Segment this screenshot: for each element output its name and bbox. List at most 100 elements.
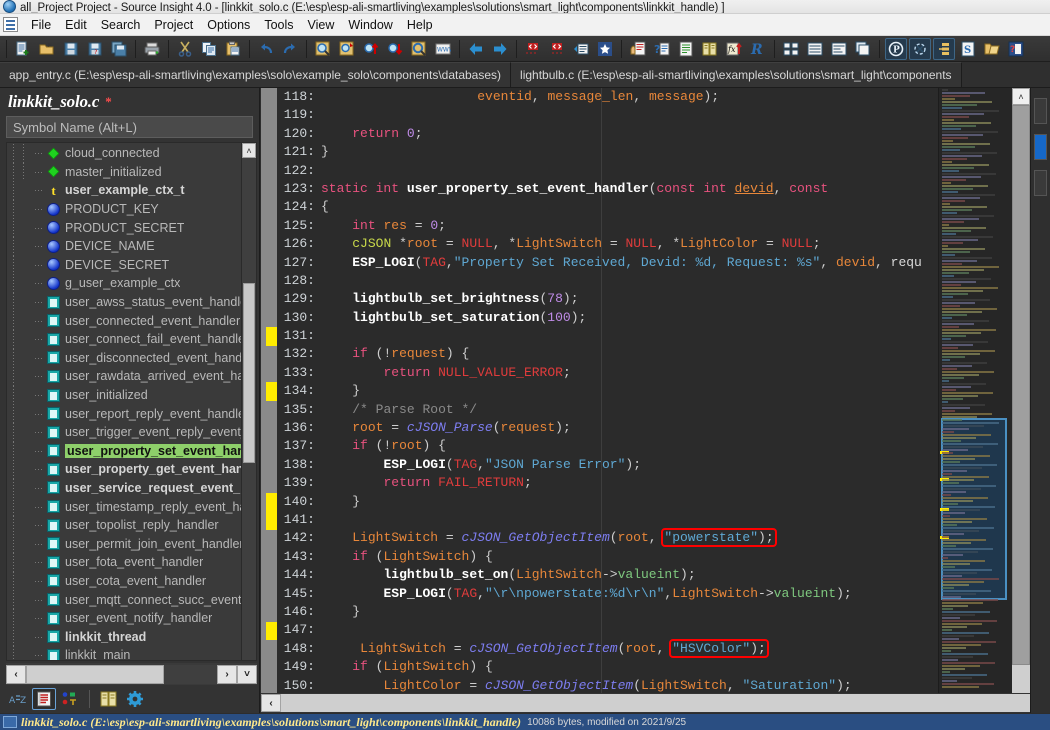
tab-app-entry-c[interactable]: app_entry.c (E:\esp\esp-ali-smartliving\… xyxy=(0,62,512,87)
code-minimap[interactable] xyxy=(938,88,1012,701)
search-icon[interactable] xyxy=(312,38,334,60)
bookmark-marker[interactable] xyxy=(266,492,277,512)
menu-item-help[interactable]: Help xyxy=(400,15,440,35)
code-line[interactable]: 135: /* Parse Root */ xyxy=(277,401,1050,419)
dock-panel-item[interactable] xyxy=(1034,98,1047,124)
new-file-icon[interactable] xyxy=(12,38,34,60)
undo-icon[interactable] xyxy=(255,38,277,60)
code-line[interactable]: 149: if (LightSwitch) { xyxy=(277,658,1050,676)
paste-icon[interactable] xyxy=(222,38,244,60)
show-types-icon[interactable] xyxy=(58,688,82,710)
code-line[interactable]: 140: } xyxy=(277,493,1050,511)
jump-to-definition-icon[interactable] xyxy=(570,38,592,60)
code-editor[interactable]: 118: eventid, message_len, message); 119:… xyxy=(261,88,1050,713)
code-line[interactable]: 119: xyxy=(277,106,1050,124)
code-line[interactable]: 143: if (LightSwitch) { xyxy=(277,548,1050,566)
symbol-list-item[interactable]: t user_example_ctx_t xyxy=(7,181,241,200)
editor-scroll-up-button[interactable]: ˄ xyxy=(1012,88,1030,105)
symbol-list-item[interactable]: user_trigger_event_reply_event_handler xyxy=(7,422,241,442)
symbol-list-item[interactable]: user_service_request_event_handler xyxy=(7,478,241,498)
code-line[interactable]: 129: lightbulb_set_brightness(78); xyxy=(277,290,1050,308)
code-line[interactable]: 141: xyxy=(277,511,1050,529)
menu-item-view[interactable]: View xyxy=(301,15,342,35)
settings-gear-icon[interactable] xyxy=(123,688,147,710)
code-text-area[interactable]: 118: eventid, message_len, message); 119:… xyxy=(277,88,1050,713)
code-line[interactable]: 120: return 0; xyxy=(277,125,1050,143)
code-line[interactable]: 139: return FAIL_RETURN; xyxy=(277,474,1050,492)
symbol-list-item[interactable]: master_initialized xyxy=(7,162,241,182)
cascade-windows-icon[interactable] xyxy=(852,38,874,60)
symbol-list-item[interactable]: g_user_example_ctx xyxy=(7,274,241,293)
editor-hscroll-track[interactable] xyxy=(281,694,1030,712)
code-line[interactable]: 118: eventid, message_len, message); xyxy=(277,88,1050,106)
code-line[interactable]: 148: LightSwitch = cJSON_GetObjectItem(r… xyxy=(277,638,1050,658)
right-dock-strip[interactable] xyxy=(1030,88,1050,713)
code-line[interactable]: 125: int res = 0; xyxy=(277,217,1050,235)
menu-item-file[interactable]: File xyxy=(24,15,58,35)
tab-lightbulb-c[interactable]: lightbulb.c (E:\esp\esp-ali-smartliving\… xyxy=(511,62,962,87)
search-web-icon[interactable]: WWW xyxy=(432,38,454,60)
menu-item-window[interactable]: Window xyxy=(341,15,399,35)
symbol-list-item[interactable]: user_fota_event_handler xyxy=(7,553,241,572)
symbol-list-item[interactable]: user_cota_event_handler xyxy=(7,571,241,591)
code-line[interactable]: 131: xyxy=(277,327,1050,345)
replace-icon[interactable] xyxy=(336,38,358,60)
save-as-icon[interactable]: ? xyxy=(84,38,106,60)
jump-back-icon[interactable] xyxy=(522,38,544,60)
symbol-search-input[interactable]: Symbol Name (Alt+L) xyxy=(6,116,253,138)
hscroll-thumb[interactable] xyxy=(26,664,164,684)
menu-item-options[interactable]: Options xyxy=(200,15,257,35)
forward-icon[interactable] xyxy=(489,38,511,60)
code-line[interactable]: 127: ESP_LOGI(TAG,"Property Set Received… xyxy=(277,254,1050,272)
symbol-list-item[interactable]: user_topolist_reply_handler xyxy=(7,515,241,535)
symbol-list-item[interactable]: user_timestamp_reply_event_handler xyxy=(7,497,241,516)
relation-window-icon[interactable]: R xyxy=(747,38,769,60)
symbol-list-item[interactable]: user_connect_fail_event_handler xyxy=(7,329,241,349)
code-line[interactable]: 126: cJSON *root = NULL, *LightSwitch = … xyxy=(277,235,1050,253)
symbol-list-item[interactable]: DEVICE_SECRET xyxy=(7,255,241,275)
code-line[interactable]: 134: } xyxy=(277,382,1050,400)
copy-icon[interactable] xyxy=(198,38,220,60)
symbol-list-item[interactable]: user_initialized xyxy=(7,385,241,405)
smart-rename-icon[interactable]: S xyxy=(957,38,979,60)
hscroll-track[interactable] xyxy=(26,664,217,684)
bookmark-icon[interactable] xyxy=(594,38,616,60)
scrollbar-thumb[interactable] xyxy=(243,283,255,463)
open-file-icon[interactable] xyxy=(36,38,58,60)
sort-alphabetical-icon[interactable]: AZ xyxy=(6,688,30,710)
vertical-split-icon[interactable] xyxy=(828,38,850,60)
code-line[interactable]: 144: lightbulb_set_on(LightSwitch->value… xyxy=(277,566,1050,584)
tile-windows-icon[interactable] xyxy=(780,38,802,60)
show-symbol-list-icon[interactable] xyxy=(32,688,56,710)
menu-item-search[interactable]: Search xyxy=(94,15,148,35)
bookmark-marker[interactable] xyxy=(266,327,277,346)
editor-horizontal-scrollbar[interactable]: ‹ xyxy=(261,693,1030,713)
menu-item-tools[interactable]: Tools xyxy=(257,15,300,35)
folder-icon[interactable] xyxy=(981,38,1003,60)
code-line[interactable]: 138: ESP_LOGI(TAG,"JSON Parse Error"); xyxy=(277,456,1050,474)
symbol-list-item[interactable]: PRODUCT_KEY xyxy=(7,199,241,219)
symbol-list-vertical-scrollbar[interactable]: ˄ xyxy=(241,143,256,660)
symbol-list-item[interactable]: user_awss_status_event_handler xyxy=(7,292,241,312)
symbol-list-item[interactable]: user_report_reply_event_handler xyxy=(7,404,241,423)
code-line[interactable]: 130: lightbulb_set_saturation(100); xyxy=(277,309,1050,327)
editor-vertical-scrollbar[interactable]: ˄ xyxy=(1012,88,1030,701)
bookmark-marker[interactable] xyxy=(266,382,277,401)
scroll-left-button[interactable]: ‹ xyxy=(6,664,26,684)
horizontal-split-icon[interactable] xyxy=(804,38,826,60)
symbol-list-item[interactable]: user_rawdata_arrived_event_handler xyxy=(7,367,241,386)
code-line[interactable]: 128: xyxy=(277,272,1050,290)
bookmark-marker[interactable] xyxy=(266,511,277,530)
back-icon[interactable] xyxy=(465,38,487,60)
editor-scroll-left-button[interactable]: ‹ xyxy=(261,694,281,712)
code-line[interactable]: 133: return NULL_VALUE_ERROR; xyxy=(277,364,1050,382)
search-up-icon[interactable] xyxy=(360,38,382,60)
show-file-icon[interactable] xyxy=(97,688,121,710)
symbol-list-item[interactable]: user_permit_join_event_handler xyxy=(7,534,241,553)
symbol-list-item[interactable]: user_mqtt_connect_succ_event_handler xyxy=(7,590,241,609)
symbol-list-item[interactable]: PRODUCT_SECRET xyxy=(7,218,241,237)
scroll-down-button[interactable]: ˅ xyxy=(237,664,257,684)
help-icon[interactable]: ? xyxy=(1005,38,1027,60)
code-line[interactable]: 146: } xyxy=(277,603,1050,621)
bookmark-marker[interactable] xyxy=(266,621,277,640)
